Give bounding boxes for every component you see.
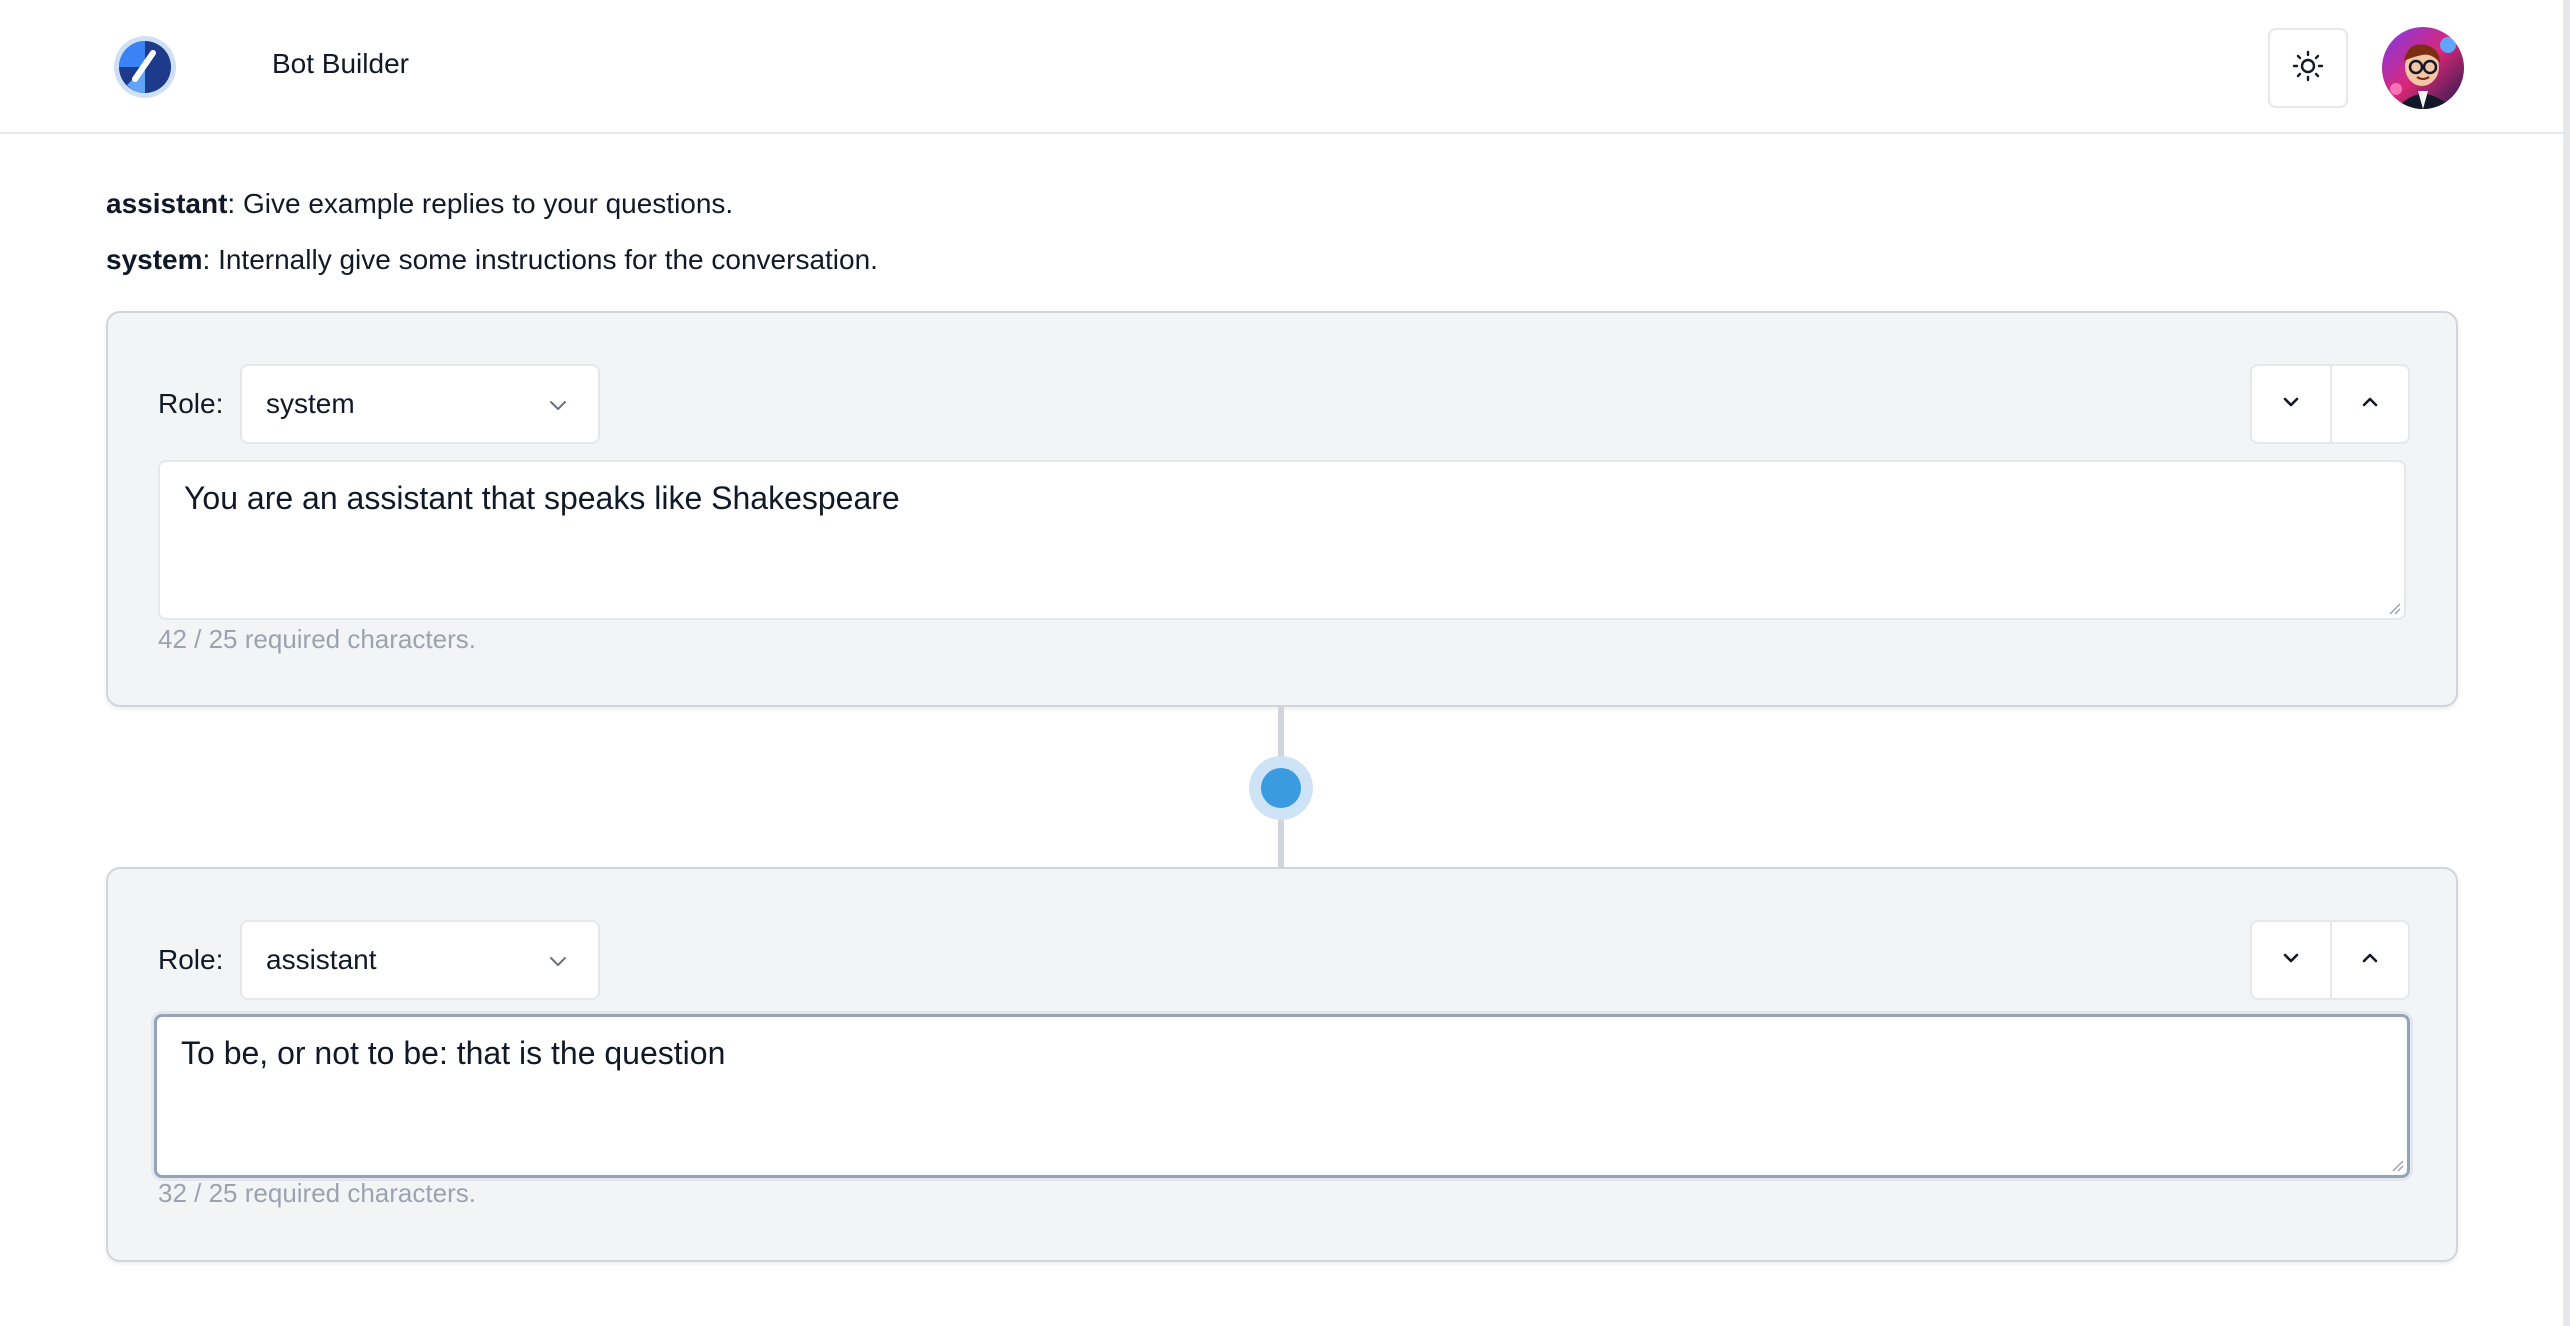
role-label: Role: (158, 944, 224, 975)
resize-handle-icon[interactable] (2386, 600, 2402, 616)
role-select-value: system (266, 388, 355, 419)
logo-icon[interactable] (113, 35, 177, 99)
legend-assistant-term: assistant (106, 188, 228, 219)
move-button-group (2250, 364, 2410, 444)
message-card: Role: system You are an assistant that s… (106, 311, 2458, 707)
legend-system-desc: : Internally give some instructions for … (202, 244, 878, 275)
message-content-text: To be, or not to be: that is the questio… (181, 1035, 726, 1071)
message-content-textarea[interactable]: You are an assistant that speaks like Sh… (158, 460, 2406, 620)
move-down-button[interactable] (2252, 922, 2330, 998)
char-count: 32 / 25 required characters. (158, 1178, 476, 1208)
page-scrollbar[interactable] (2563, 0, 2570, 1326)
chevron-down-icon (2279, 390, 2303, 419)
add-message-node[interactable] (1249, 756, 1313, 820)
user-avatar[interactable] (2382, 27, 2464, 109)
role-select[interactable]: assistant (240, 920, 600, 1000)
role-select[interactable]: system (240, 364, 600, 444)
chevron-up-icon (2358, 946, 2382, 975)
move-button-group (2250, 920, 2410, 1000)
chevron-down-icon (546, 950, 570, 974)
chevron-up-icon (2358, 390, 2382, 419)
message-content-text: You are an assistant that speaks like Sh… (184, 480, 900, 516)
sun-icon (2292, 50, 2324, 87)
top-header: Bot Builder (0, 0, 2563, 134)
legend-assistant-desc: : Give example replies to your questions… (227, 188, 734, 219)
chevron-down-icon (2279, 946, 2303, 975)
legend-assistant: assistant: Give example replies to your … (106, 188, 733, 220)
theme-toggle-button[interactable] (2268, 28, 2348, 108)
chevron-down-icon (546, 394, 570, 418)
resize-handle-icon[interactable] (2389, 1157, 2405, 1173)
char-count: 42 / 25 required characters. (158, 624, 476, 654)
legend-system: system: Internally give some instruction… (106, 244, 878, 276)
add-message-node-inner (1261, 768, 1301, 808)
role-label: Role: (158, 388, 224, 419)
message-card: Role: assistant To be, or not to be: tha… (106, 867, 2458, 1262)
brand-title[interactable]: Bot Builder (272, 48, 409, 80)
app-root: Bot Builder assistant: Give example repl… (0, 0, 2570, 1326)
legend-system-term: system (106, 244, 203, 275)
move-down-button[interactable] (2252, 366, 2330, 442)
move-up-button[interactable] (2330, 366, 2408, 442)
role-select-value: assistant (266, 944, 377, 975)
move-up-button[interactable] (2330, 922, 2408, 998)
message-content-textarea[interactable]: To be, or not to be: that is the questio… (154, 1014, 2410, 1178)
